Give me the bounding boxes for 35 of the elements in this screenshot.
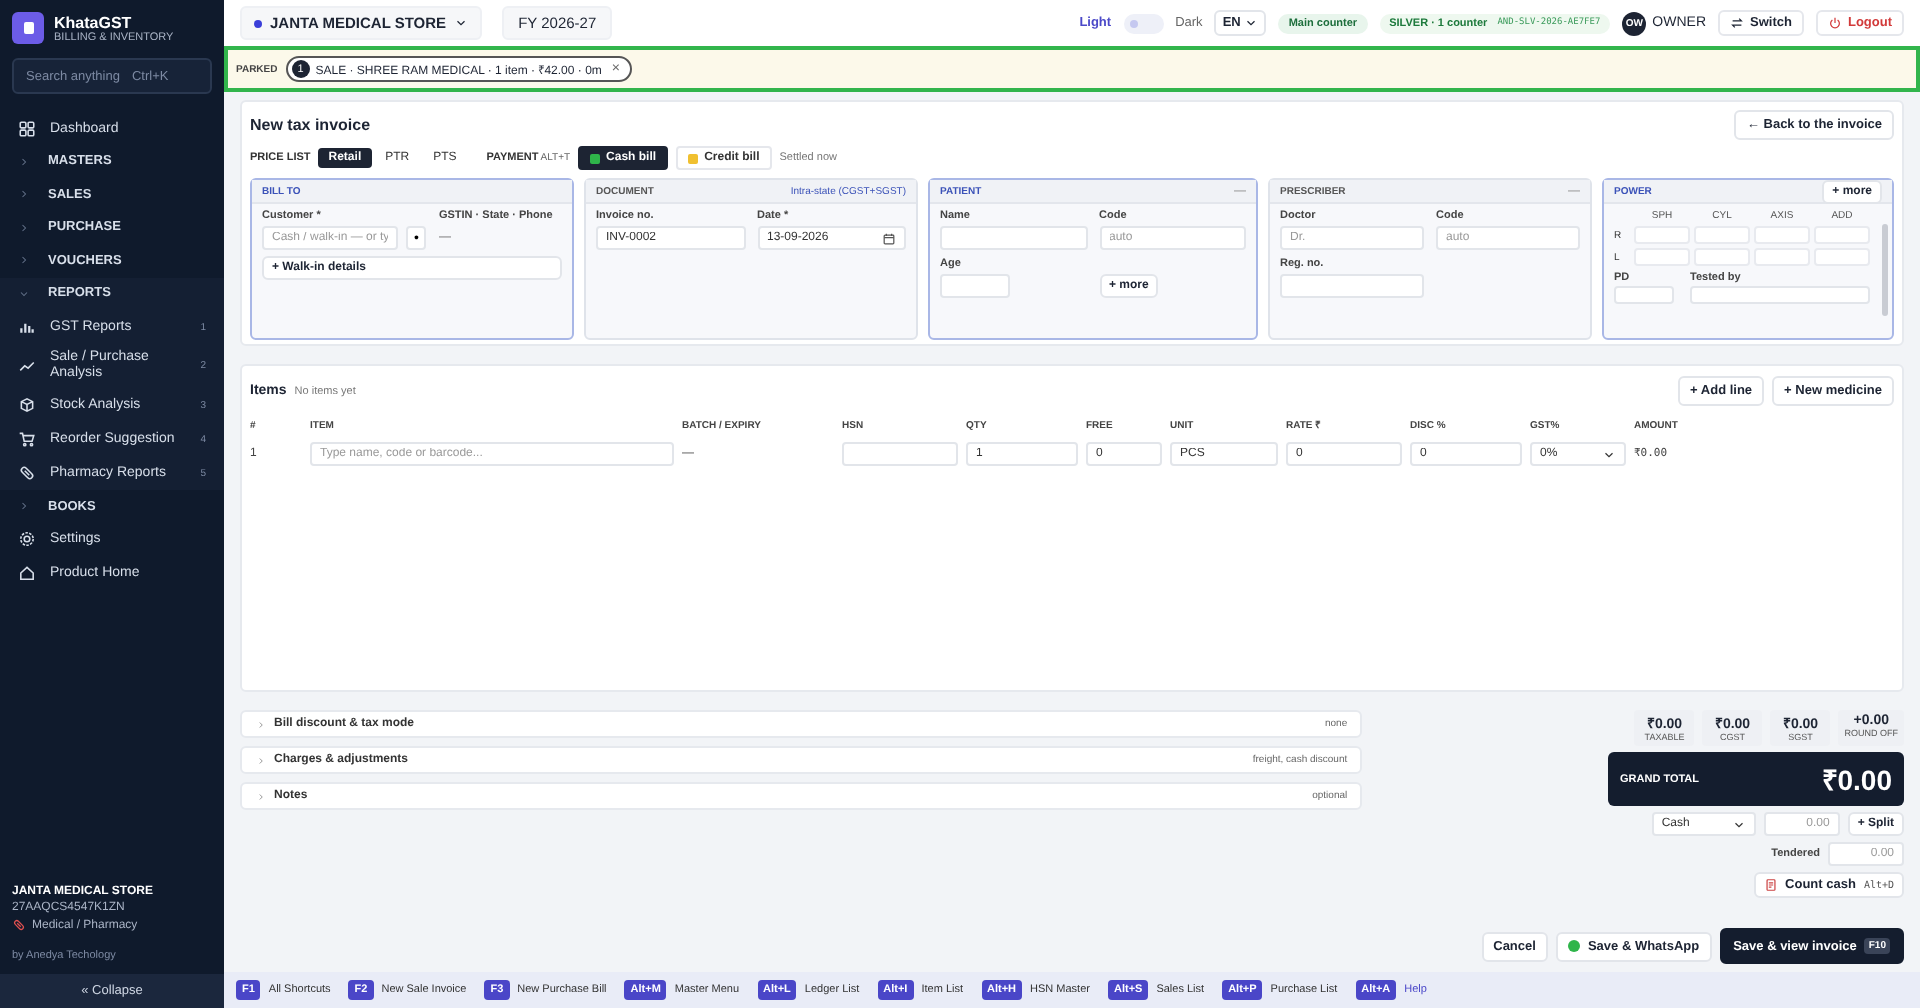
pill-icon	[18, 464, 36, 482]
pd-field[interactable]	[1614, 286, 1674, 304]
home-icon	[18, 563, 36, 582]
hsn-field[interactable]	[842, 442, 958, 466]
age-field[interactable]	[940, 274, 1010, 298]
theme-toggle[interactable]	[1123, 13, 1164, 33]
page-title: New tax invoice	[250, 116, 371, 134]
box-icon	[18, 396, 36, 414]
grand-total-value: ₹0.00	[1821, 762, 1892, 798]
chevron-icon	[18, 500, 30, 513]
chevron-icon	[18, 188, 30, 201]
caret-icon	[1731, 817, 1746, 831]
trend-icon	[18, 357, 36, 375]
pill-icon	[12, 918, 26, 932]
tested-by-field[interactable]	[1690, 286, 1870, 304]
bar-chart-icon	[18, 318, 36, 336]
app-name: KhataGST	[54, 13, 134, 31]
caret-icon	[1602, 447, 1616, 461]
chevron-icon	[18, 254, 30, 267]
note-icon	[1763, 878, 1778, 892]
caret-icon	[454, 16, 469, 30]
name-field[interactable]	[940, 226, 1087, 250]
swap-icon	[1730, 16, 1745, 30]
chevron-icon	[18, 221, 30, 234]
power-icon	[1827, 16, 1842, 30]
grid-icon	[18, 119, 36, 138]
chevron-icon	[18, 287, 30, 300]
caret-icon	[1244, 16, 1259, 30]
registration-field[interactable]	[1280, 274, 1424, 298]
settings-icon	[18, 530, 36, 549]
app-logo	[12, 12, 44, 44]
chevron-icon	[18, 155, 30, 168]
calendar-icon	[882, 231, 896, 245]
scrollbar[interactable]	[1882, 224, 1888, 316]
cart-icon	[18, 430, 36, 448]
